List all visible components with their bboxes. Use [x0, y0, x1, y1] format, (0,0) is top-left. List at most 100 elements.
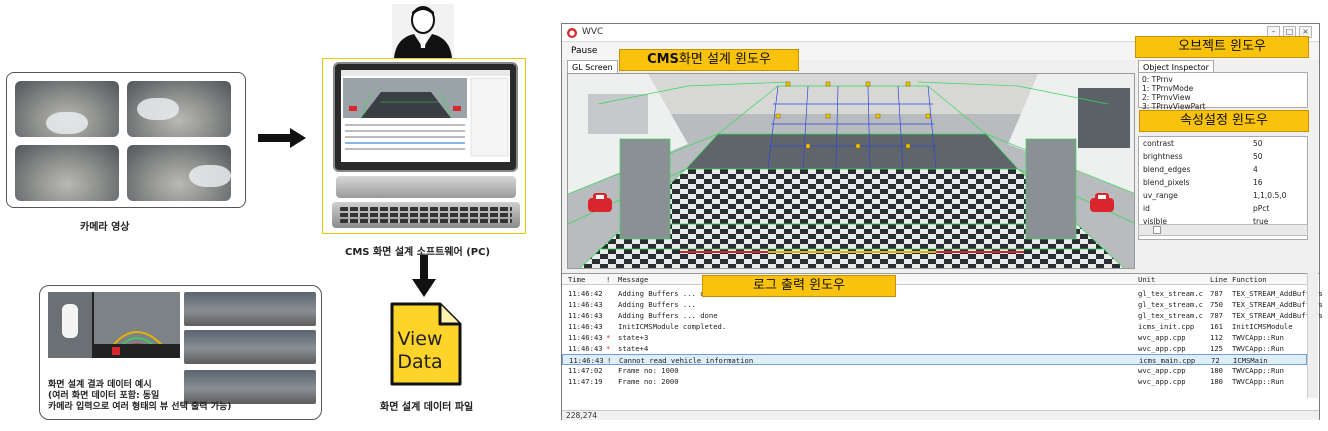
log-row[interactable]: 11:47:02 Frame no: 1000 wvc_app.cpp 180 TWVC…: [562, 365, 1307, 376]
log-cell-function: InitICMSModule: [1232, 322, 1293, 331]
log-cell-time: 11:46:43: [568, 333, 603, 342]
view-result-description: 화면 설계 결과 데이터 예시 (여러 화면 데이터 포함: 동일 카메라 입력…: [48, 380, 231, 413]
property-name: contrast: [1143, 139, 1174, 148]
log-cell-time: 11:46:42: [568, 289, 603, 298]
log-header-time[interactable]: Time: [568, 275, 585, 284]
log-cell-message: InitICMSModule completed.: [618, 322, 727, 331]
object-list-item[interactable]: 1: TPrnvMode: [1142, 84, 1304, 93]
keyboard-icon: [332, 202, 520, 228]
log-cell-time: 11:46:43: [568, 311, 603, 320]
property-row[interactable]: id pPct: [1143, 204, 1297, 216]
gl-screen-view[interactable]: [567, 73, 1135, 269]
property-row[interactable]: blend_edges 4: [1143, 165, 1297, 177]
property-row[interactable]: uv_range 1,1,0.5,0: [1143, 191, 1297, 203]
log-vertical-scrollbar[interactable]: [1307, 273, 1318, 398]
log-row[interactable]: 11:46:43 * state+4 wvc_app.cpp 125 TWVCApp::R…: [562, 343, 1307, 354]
log-cell-flag: *: [606, 344, 611, 353]
property-name: blend_pixels: [1143, 178, 1190, 187]
log-cell-time: 11:46:43: [568, 322, 603, 331]
log-cell-unit: icms_main.cpp: [1139, 356, 1196, 365]
view-strip-2: [184, 330, 316, 364]
log-row[interactable]: 11:46:43 Adding Buffers ... done gl_tex_st…: [562, 310, 1323, 321]
camera-image-panel: [6, 72, 246, 208]
callout-cms-prefix: CMS: [647, 52, 679, 67]
log-cell-unit: gl_tex_stream.c: [1138, 300, 1203, 309]
property-row[interactable]: brightness 50: [1143, 152, 1297, 164]
camera-thumb-right: [127, 81, 231, 137]
property-horizontal-scrollbar[interactable]: [1138, 224, 1308, 236]
log-row[interactable]: 11:46:43! Cannot read vehicle information…: [562, 354, 1307, 365]
log-header-line[interactable]: Line: [1210, 275, 1227, 284]
user-person-icon: [392, 4, 454, 58]
object-list[interactable]: 0: TPrnv 1: TPrnvMode 2: TPrnvView 3: TP…: [1138, 72, 1308, 111]
object-list-item[interactable]: 0: TPrnv: [1142, 75, 1304, 84]
property-row[interactable]: blend_pixels 16: [1143, 178, 1297, 190]
log-cell-line: 787: [1210, 289, 1223, 298]
property-value[interactable]: pPct: [1253, 204, 1269, 213]
log-cell-unit: icms_init.cpp: [1138, 322, 1195, 331]
camera-thumb-rear: [15, 145, 119, 201]
callout-cms-screen: CMS화면 설계 윈도우: [619, 49, 799, 71]
camera-thumb-front: [15, 81, 119, 137]
log-cell-line: 125: [1210, 344, 1223, 353]
app-icon: ●: [567, 28, 577, 38]
property-value[interactable]: 50: [1253, 139, 1263, 148]
log-header-function[interactable]: Function: [1232, 275, 1267, 284]
property-name: id: [1143, 204, 1150, 213]
log-cell-line: 161: [1210, 322, 1223, 331]
log-header-message[interactable]: Message: [618, 275, 648, 284]
log-cell-function: TWVCApp::Run: [1232, 377, 1284, 386]
scroll-thumb[interactable]: [1153, 226, 1161, 234]
property-row[interactable]: contrast 50: [1143, 139, 1297, 151]
log-cell-function: ICMSMain: [1233, 356, 1268, 365]
camera-image-label: 카메라 영상: [80, 222, 130, 233]
log-cell-flag: *: [606, 333, 611, 342]
view-desc-line1: 화면 설계 결과 데이터 예시: [48, 380, 152, 390]
log-output-panel[interactable]: Time ! Message Unit Line Function 11:46:…: [562, 273, 1323, 411]
file-icon-text-line1: View: [397, 328, 443, 350]
object-list-item[interactable]: 2: TPrnvView: [1142, 93, 1304, 102]
log-cell-line: 72: [1211, 356, 1220, 365]
cursor-coordinates: 228,274: [566, 411, 598, 420]
property-value[interactable]: 4: [1253, 165, 1258, 174]
log-cell-unit: wvc_app.cpp: [1138, 344, 1186, 353]
status-bar: 228,274: [562, 410, 1319, 420]
log-header-flag[interactable]: !: [606, 275, 610, 284]
view-data-file-label: 화면 설계 데이터 파일: [380, 402, 474, 413]
file-icon-text: View Data: [390, 328, 450, 374]
property-value[interactable]: 1,1,0.5,0: [1253, 191, 1286, 200]
log-header-unit[interactable]: Unit: [1138, 275, 1155, 284]
log-row[interactable]: 11:46:43 InitICMSModule completed. icms_in…: [562, 321, 1307, 332]
file-icon-text-line2: Data: [397, 351, 443, 373]
callout-property-window: 속성설정 윈도우: [1139, 110, 1309, 132]
log-cell-flag: !: [607, 356, 612, 365]
pause-button[interactable]: Pause: [571, 46, 597, 56]
monitor-icon: [333, 62, 518, 172]
log-row[interactable]: 11:46:42 Adding Buffers ... done gl_tex_st…: [562, 288, 1323, 299]
log-cell-message: Frame no: 1000: [618, 366, 679, 375]
log-cell-unit: gl_tex_stream.c: [1138, 289, 1203, 298]
log-row[interactable]: 11:46:43 Adding Buffers ... gl_tex_stream.…: [562, 299, 1323, 310]
log-cell-time: 11:46:43: [568, 300, 603, 309]
callout-cms-rest: 화면 설계 윈도우: [678, 52, 771, 67]
wvc-window: ● WVC – □ × Pause GL Screen Object Inspe…: [561, 23, 1323, 420]
log-cell-line: 180: [1210, 377, 1223, 386]
property-name: uv_range: [1143, 191, 1178, 200]
log-row[interactable]: 11:47:19 Frame no: 2000 wvc_app.cpp 180 TWVC…: [562, 376, 1307, 387]
log-cell-message: state+4: [618, 344, 649, 353]
log-cell-message: Cannot read vehicle information: [619, 356, 754, 365]
property-value[interactable]: 50: [1253, 152, 1263, 161]
property-value[interactable]: 16: [1253, 178, 1263, 187]
arrow-right-icon: [258, 128, 306, 148]
log-cell-message: Frame no: 2000: [618, 377, 679, 386]
log-cell-message: state+3: [618, 333, 649, 342]
log-header: Time ! Message Unit Line Function: [562, 274, 1307, 285]
tab-gl-screen[interactable]: GL Screen: [567, 60, 618, 74]
log-cell-line: 112: [1210, 333, 1223, 342]
log-cell-unit: wvc_app.cpp: [1138, 366, 1186, 375]
log-cell-line: 750: [1210, 300, 1223, 309]
property-name: blend_edges: [1143, 165, 1191, 174]
log-cell-function: TWVCApp::Run: [1232, 344, 1284, 353]
log-row[interactable]: 11:46:43 * state+3 wvc_app.cpp 112 TWVCApp::R…: [562, 332, 1307, 343]
log-cell-message: Adding Buffers ...: [618, 300, 696, 309]
